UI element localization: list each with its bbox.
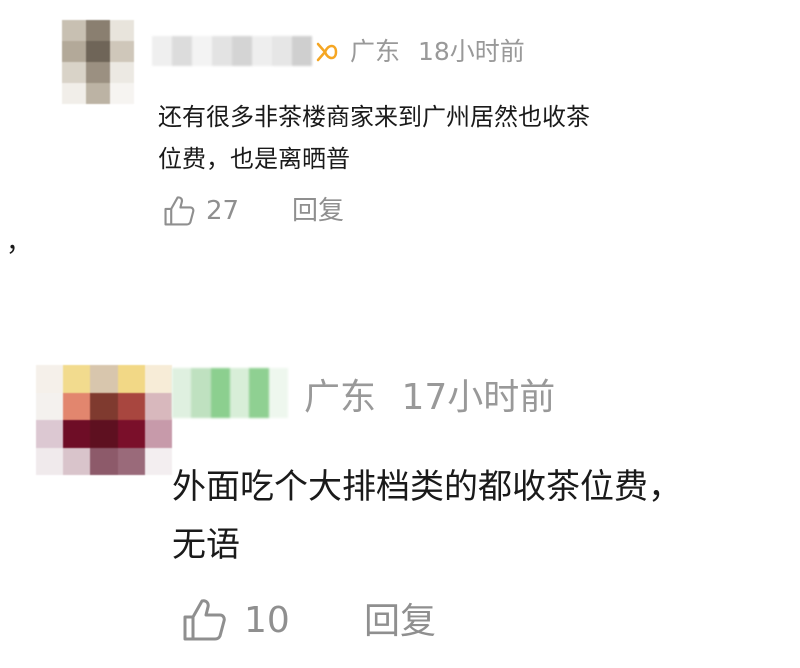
- mosaic-tile: [62, 62, 86, 83]
- mosaic-tile: [268, 368, 288, 418]
- mosaic-tile: [90, 392, 118, 420]
- comment-text-line: 还有很多非茶楼商家来到广州居然也收茶: [158, 103, 590, 131]
- mosaic-tile: [36, 420, 64, 448]
- mosaic-tile: [86, 20, 110, 41]
- mosaic-tile: [292, 36, 312, 66]
- mosaic-tile: [229, 368, 250, 418]
- mosaic-tile: [252, 36, 272, 66]
- mosaic-tile: [232, 36, 252, 66]
- location-label: 广东: [304, 377, 377, 418]
- mosaic-tile: [191, 368, 211, 418]
- comment-text-line: 位费，也是离晒普: [158, 145, 350, 173]
- mosaic-tile: [172, 36, 192, 66]
- mosaic-tile: [117, 365, 145, 393]
- mosaic-tile: [192, 36, 212, 66]
- mosaic-tile: [110, 20, 134, 41]
- mosaic-tile: [117, 447, 145, 475]
- thumbs-up-icon: [183, 599, 226, 641]
- mosaic-tile: [90, 420, 118, 448]
- mosaic-tile: [63, 447, 91, 475]
- user-level-icon: [316, 42, 338, 62]
- timestamp: 18小时前: [417, 37, 525, 66]
- comment-meta: 广东 18小时前: [350, 36, 525, 68]
- mosaic-tile: [144, 392, 172, 420]
- timestamp: 17小时前: [401, 377, 556, 418]
- mosaic-tile: [144, 365, 172, 393]
- username-redacted[interactable]: [152, 36, 312, 66]
- mosaic-tile: [110, 41, 134, 62]
- mosaic-tile: [86, 41, 110, 62]
- mosaic-tile: [62, 41, 86, 62]
- stray-punctuation: ，: [6, 228, 33, 258]
- comment-text: 还有很多非茶楼商家来到广州居然也收茶 位费，也是离晒普: [158, 96, 718, 180]
- mosaic-tile: [90, 447, 118, 475]
- like-button[interactable]: 10: [180, 596, 290, 644]
- mosaic-tile: [86, 62, 110, 83]
- like-button[interactable]: 27: [162, 194, 239, 228]
- mosaic-tile: [117, 392, 145, 420]
- mosaic-tile: [249, 368, 269, 418]
- mosaic-tile: [172, 368, 192, 418]
- mosaic-tile: [36, 447, 64, 475]
- mosaic-tile: [63, 420, 91, 448]
- location-label: 广东: [350, 37, 401, 66]
- username-redacted[interactable]: [172, 368, 288, 418]
- mosaic-tile: [63, 392, 91, 420]
- mosaic-tile: [212, 36, 232, 66]
- reply-button[interactable]: 回复: [292, 194, 344, 228]
- mosaic-tile: [110, 62, 134, 83]
- mosaic-tile: [144, 447, 172, 475]
- thumbs-up-icon: [164, 196, 195, 226]
- mosaic-tile: [272, 36, 292, 66]
- avatar[interactable]: [36, 365, 172, 475]
- mosaic-tile: [210, 368, 230, 418]
- mosaic-tile: [110, 83, 134, 104]
- mosaic-tile: [62, 20, 86, 41]
- like-count: 27: [206, 196, 240, 226]
- mosaic-tile: [152, 36, 172, 66]
- avatar[interactable]: [62, 20, 134, 104]
- mosaic-tile: [86, 83, 110, 104]
- mosaic-tile: [144, 420, 172, 448]
- mosaic-tile: [62, 83, 86, 104]
- mosaic-tile: [90, 365, 118, 393]
- reply-button[interactable]: 回复: [364, 598, 436, 646]
- comment-text: 外面吃个大排档类的都收茶位费， 无语: [172, 458, 792, 574]
- like-count: 10: [244, 599, 290, 641]
- mosaic-tile: [63, 365, 91, 393]
- comment-text-line: 外面吃个大排档类的都收茶位费，: [172, 467, 682, 507]
- comment-meta: 广东 17小时前: [304, 374, 555, 422]
- mosaic-tile: [36, 392, 64, 420]
- mosaic-tile: [117, 420, 145, 448]
- comment-text-line: 无语: [172, 525, 240, 565]
- mosaic-tile: [36, 365, 64, 393]
